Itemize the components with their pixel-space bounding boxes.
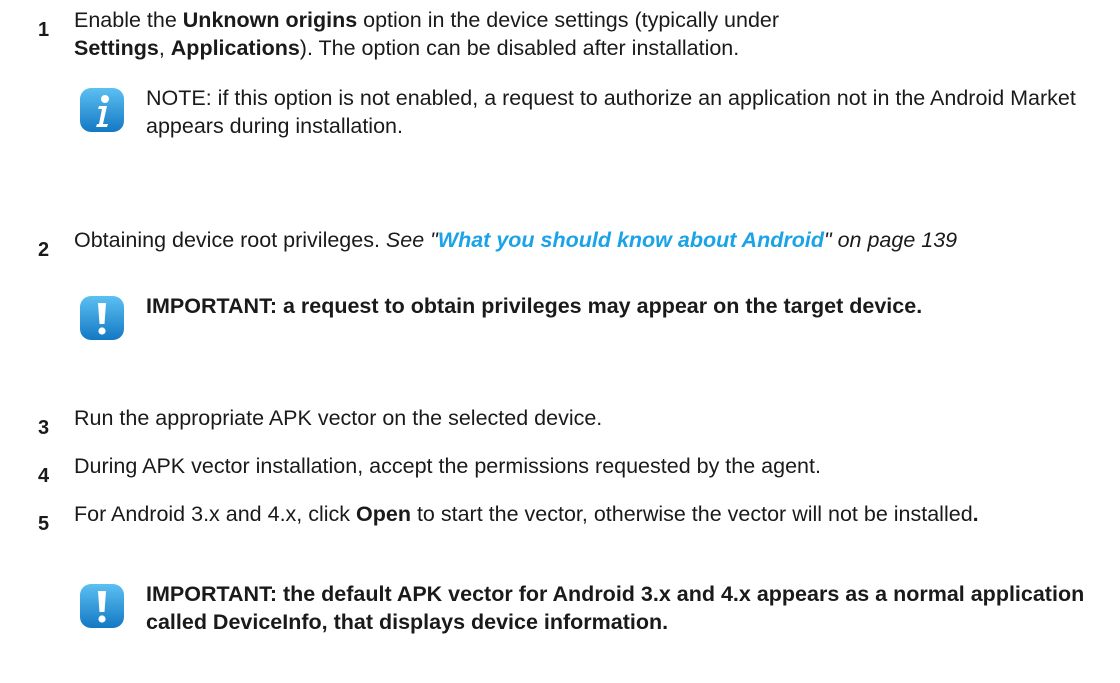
step-number: 1 <box>38 19 50 41</box>
note-important: IMPORTANT: the default APK vector for An… <box>78 580 1118 636</box>
note-text: NOTE: if this option is not enabled, a r… <box>146 86 1076 138</box>
step-number: 5 <box>38 513 50 535</box>
step-2: 2 Obtaining device root privileges. See … <box>38 226 1118 265</box>
note-important: IMPORTANT: a request to obtain privilege… <box>78 292 1118 342</box>
step-number: 3 <box>38 417 50 439</box>
step-number: 2 <box>38 239 50 261</box>
document-page: 1 Enable the Unknown origins option in t… <box>0 0 1120 683</box>
step-text: Obtaining device root privileges. See "W… <box>74 228 958 252</box>
step-3: 3 Run the appropriate APK vector on the … <box>38 404 1118 443</box>
note-text: IMPORTANT: the default APK vector for An… <box>146 582 1085 634</box>
important-icon <box>80 296 124 340</box>
step-1: 1 Enable the Unknown origins option in t… <box>38 6 1118 62</box>
note-text: IMPORTANT: a request to obtain privilege… <box>146 294 923 318</box>
step-text: During APK vector installation, accept t… <box>74 454 821 478</box>
info-icon <box>80 88 124 132</box>
cross-reference-link[interactable]: What you should know about Android <box>438 228 824 252</box>
step-text: Enable the Unknown origins option in the… <box>74 8 780 60</box>
step-text: Run the appropriate APK vector on the se… <box>74 406 603 430</box>
note-info: NOTE: if this option is not enabled, a r… <box>78 84 1118 140</box>
step-text: For Android 3.x and 4.x, click Open to s… <box>74 502 979 526</box>
step-5: 5 For Android 3.x and 4.x, click Open to… <box>38 500 1118 539</box>
step-number: 4 <box>38 465 50 487</box>
step-4: 4 During APK vector installation, accept… <box>38 452 1118 491</box>
important-icon <box>80 584 124 628</box>
